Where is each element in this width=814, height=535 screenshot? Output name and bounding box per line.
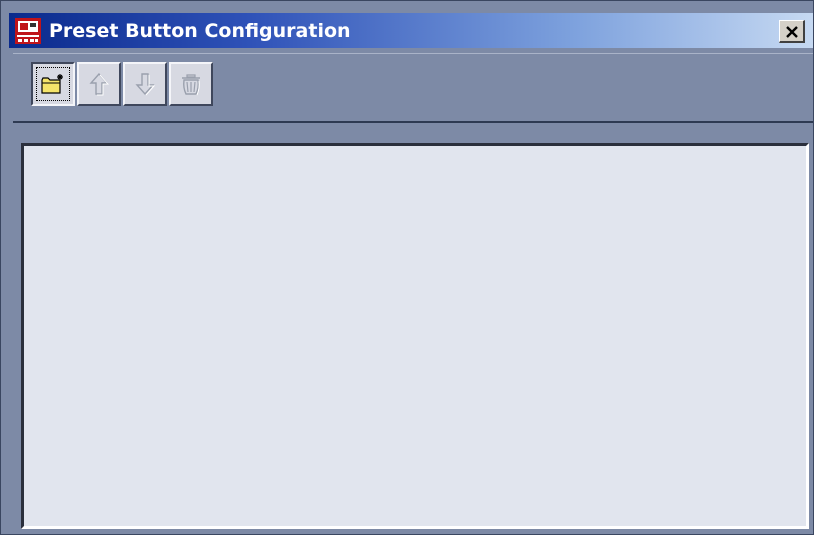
close-button[interactable]	[779, 20, 805, 43]
title-bar[interactable]: Preset Button Configuration	[9, 13, 813, 48]
trash-can-icon	[182, 74, 200, 96]
move-up-button[interactable]	[77, 62, 121, 106]
preset-list[interactable]	[21, 143, 809, 529]
arrow-down-icon	[135, 73, 156, 96]
delete-button[interactable]	[169, 62, 213, 106]
move-down-button[interactable]	[123, 62, 167, 106]
preset-button-configuration-window: Preset Button Configuration	[0, 0, 814, 535]
window-title: Preset Button Configuration	[49, 20, 351, 42]
video-camera-app-icon	[15, 18, 41, 44]
toolbar	[13, 53, 813, 123]
new-folder-sparkle-icon	[41, 74, 63, 94]
arrow-up-icon	[89, 72, 110, 96]
close-icon	[785, 26, 798, 38]
new-preset-button[interactable]	[31, 62, 75, 106]
